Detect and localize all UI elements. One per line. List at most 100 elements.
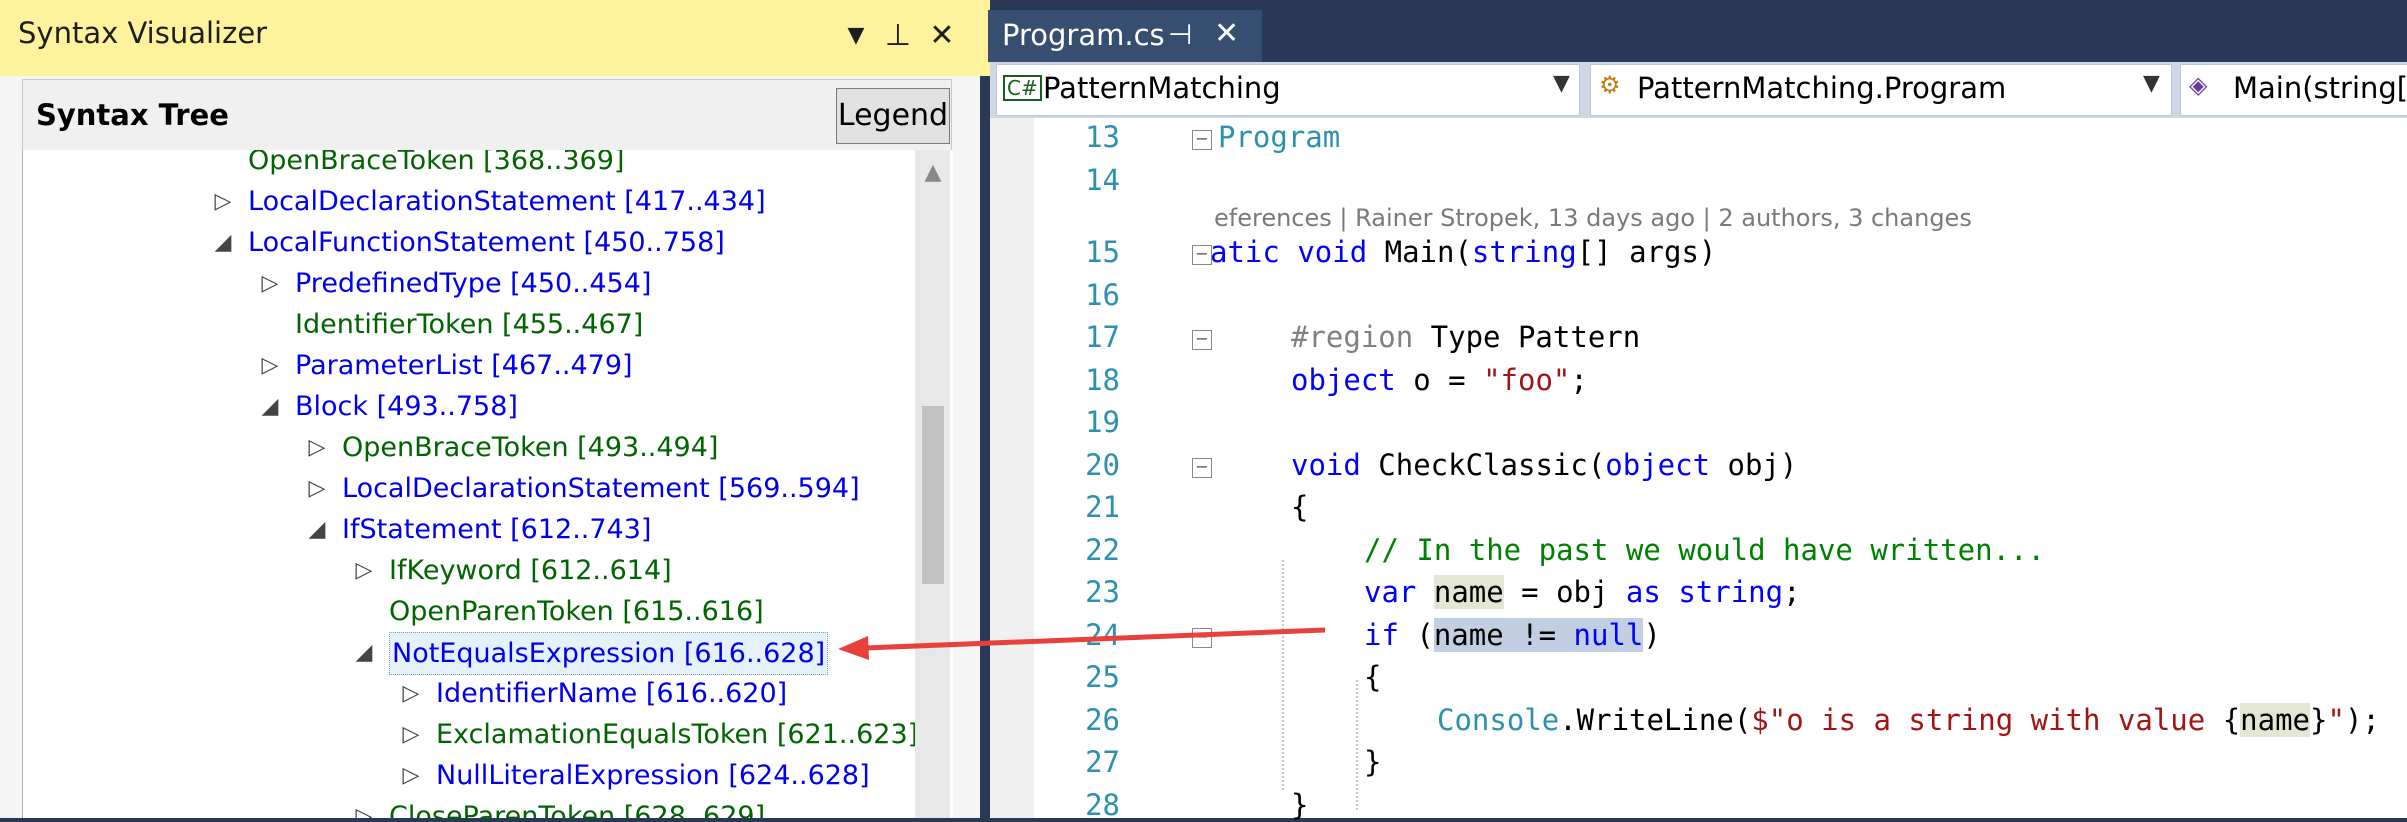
code-line[interactable]: Console.WriteLine($"o is a string with v… — [1437, 702, 2380, 737]
type-dropdown[interactable]: ⚙ PatternMatching.Program ▼ — [1590, 64, 2172, 116]
tree-node-label: IfStatement [612..743] — [342, 514, 652, 545]
pin-tab-icon[interactable]: ⊣ — [1168, 18, 1192, 51]
expand-triangle-icon[interactable]: ▷ — [396, 755, 426, 796]
tree-node-label: NotEqualsExpression [616..628] — [389, 632, 829, 675]
expand-triangle-icon[interactable]: ▷ — [349, 550, 379, 591]
code-line[interactable]: { — [1291, 490, 1308, 524]
tree-node[interactable]: ▷ OpenBraceToken [493..494] — [23, 427, 913, 468]
tab-program-cs[interactable]: Program.cs ⊣ ✕ — [988, 10, 1262, 62]
type-name: PatternMatching.Program — [1637, 71, 2007, 105]
tree-node[interactable]: ▷ LocalDeclarationStatement [417..434] — [23, 181, 913, 222]
expand-triangle-icon[interactable]: ▷ — [302, 468, 332, 509]
line-number: 20 — [1085, 447, 1120, 482]
expand-triangle-icon[interactable]: ▷ — [208, 181, 238, 222]
indent-guide — [1282, 560, 1284, 790]
tree-node[interactable]: ▷ PredefinedType [450..454] — [23, 263, 913, 304]
collapse-triangle-icon[interactable]: ◢ — [302, 509, 332, 550]
tree-node-label: Block [493..758] — [295, 391, 518, 422]
panel-title: Syntax Visualizer — [18, 16, 268, 50]
tree-node[interactable]: ◢ NotEqualsExpression [616..628] — [23, 632, 913, 675]
code-line[interactable]: var name = obj as string; — [1364, 575, 1801, 609]
expand-triangle-icon[interactable]: ▷ — [255, 263, 285, 304]
tree-node-label: IdentifierToken [455..467] — [295, 309, 644, 340]
code-line[interactable]: #region Type Pattern — [1291, 320, 1640, 354]
syntax-tree: OpenBraceToken [368..369] ▷ LocalDeclarati… — [22, 150, 953, 818]
tree-node[interactable]: OpenBraceToken [368..369] — [23, 150, 913, 181]
tree-node-label: ParameterList [467..479] — [295, 350, 633, 381]
line-number: 23 — [1085, 575, 1120, 609]
project-name: PatternMatching — [1043, 71, 1281, 105]
method-icon: ◈ — [2189, 71, 2208, 99]
line-number: 16 — [1085, 277, 1120, 312]
expand-triangle-icon[interactable]: ▷ — [396, 673, 426, 714]
legend-button[interactable]: Legend — [836, 88, 950, 144]
line-number: 25 — [1085, 660, 1120, 694]
line-number: 15 — [1085, 235, 1120, 269]
tree-node-label: NullLiteralExpression [624..628] — [436, 760, 870, 791]
tree-node-label: IfKeyword [612..614] — [389, 555, 672, 586]
codelens-info[interactable]: eferences | Rainer Stropek, 13 days ago … — [1214, 204, 1972, 232]
code-line[interactable]: if (name != null) — [1364, 617, 1661, 652]
tree-node-label: LocalDeclarationStatement [417..434] — [248, 186, 766, 217]
tree-node-label: OpenBraceToken [493..494] — [342, 432, 719, 463]
scroll-up-arrow-icon[interactable]: ▲ — [918, 160, 948, 190]
project-dropdown[interactable]: C# PatternMatching ▼ — [996, 64, 1580, 116]
code-line[interactable]: object o = "foo"; — [1291, 363, 1588, 397]
expand-triangle-icon[interactable]: ▷ — [255, 345, 285, 386]
dropdown-icon[interactable]: ▼ — [836, 14, 876, 58]
line-number: 13 — [1085, 120, 1120, 154]
chevron-down-icon: ▼ — [1553, 71, 1570, 96]
line-number: 27 — [1085, 745, 1120, 779]
tree-node[interactable]: ◢ Block [493..758] — [23, 386, 913, 427]
tree-node[interactable]: ▷ IfKeyword [612..614] — [23, 550, 913, 591]
code-line[interactable]: atic void Main(string[] args) — [1210, 235, 1716, 269]
line-number: 26 — [1085, 702, 1120, 737]
collapse-triangle-icon[interactable]: ◢ — [255, 386, 285, 427]
close-icon[interactable]: ✕ — [922, 14, 962, 58]
tree-node[interactable]: ◢ LocalFunctionStatement [450..758] — [23, 222, 913, 263]
tree-node[interactable]: IdentifierToken [455..467] — [23, 304, 913, 345]
scrollbar-thumb[interactable] — [922, 406, 944, 584]
tree-node-label: OpenParenToken [615..616] — [389, 596, 764, 627]
csharp-project-icon: C# — [1003, 75, 1042, 101]
code-line[interactable]: Program — [1218, 120, 1340, 154]
indent-guide — [1356, 680, 1358, 810]
tree-node[interactable]: ▷ LocalDeclarationStatement [569..594] — [23, 468, 913, 509]
tree-node[interactable]: ▷ ParameterList [467..479] — [23, 345, 913, 386]
line-number: 22 — [1085, 532, 1120, 567]
collapse-triangle-icon[interactable]: ◢ — [208, 222, 238, 263]
tree-node-label: PredefinedType [450..454] — [295, 268, 652, 299]
collapse-region-icon[interactable]: − — [1192, 330, 1212, 350]
collapse-region-icon[interactable]: − — [1192, 245, 1212, 265]
member-dropdown[interactable]: ◈ Main(string[] — [2180, 64, 2407, 116]
editor-margin — [990, 118, 1034, 818]
line-number: 24 — [1085, 617, 1120, 652]
tree-node[interactable]: OpenParenToken [615..616] — [23, 591, 913, 632]
tree-node[interactable]: ▷ CloseParenToken [628..629] — [23, 796, 913, 818]
tree-node[interactable]: ▷ ExclamationEqualsToken [621..623] — [23, 714, 919, 755]
expand-triangle-icon[interactable]: ▷ — [349, 796, 379, 818]
member-name: Main(string[] — [2233, 71, 2407, 105]
collapse-region-icon[interactable]: − — [1192, 627, 1212, 648]
tree-node-label: ExclamationEqualsToken [621..623] — [436, 719, 919, 750]
tree-node-label: LocalDeclarationStatement [569..594] — [342, 473, 860, 504]
tree-node[interactable]: ◢ IfStatement [612..743] — [23, 509, 913, 550]
class-icon: ⚙ — [1599, 71, 1621, 99]
collapse-region-icon[interactable]: − — [1192, 457, 1212, 478]
chevron-down-icon: ▼ — [2143, 71, 2160, 96]
code-line[interactable]: void CheckClassic(object obj) — [1291, 448, 1797, 482]
tree-node[interactable]: ▷ IdentifierName [616..620] — [23, 673, 913, 714]
code-line[interactable]: { — [1364, 660, 1381, 694]
pin-icon[interactable]: ⊥ — [878, 14, 918, 58]
expand-triangle-icon[interactable]: ▷ — [396, 714, 426, 755]
expand-triangle-icon[interactable]: ▷ — [302, 427, 332, 468]
line-number: 21 — [1085, 490, 1120, 524]
code-line[interactable]: } — [1291, 788, 1308, 822]
code-line[interactable]: // In the past we would have written... — [1364, 533, 2045, 567]
tree-node[interactable]: ▷ NullLiteralExpression [624..628] — [23, 755, 913, 796]
collapse-region-icon[interactable]: − — [1192, 130, 1212, 150]
collapse-triangle-icon[interactable]: ◢ — [349, 632, 379, 673]
code-line[interactable]: } — [1364, 745, 1381, 779]
close-tab-icon[interactable]: ✕ — [1214, 16, 1239, 51]
syntax-tree-title: Syntax Tree — [36, 98, 229, 132]
